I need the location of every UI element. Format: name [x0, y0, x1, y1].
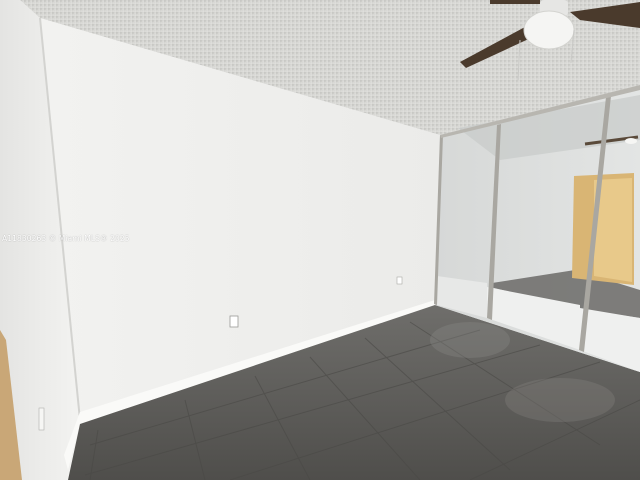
wall-outlet — [229, 315, 239, 328]
listing-watermark: A11830263 © Miami MLS® 2025 — [2, 234, 130, 243]
room-photo: A11830263 © Miami MLS® 2025 — [0, 0, 640, 480]
wall-outlet-2 — [396, 276, 403, 285]
wall-outlet-3 — [38, 407, 45, 431]
